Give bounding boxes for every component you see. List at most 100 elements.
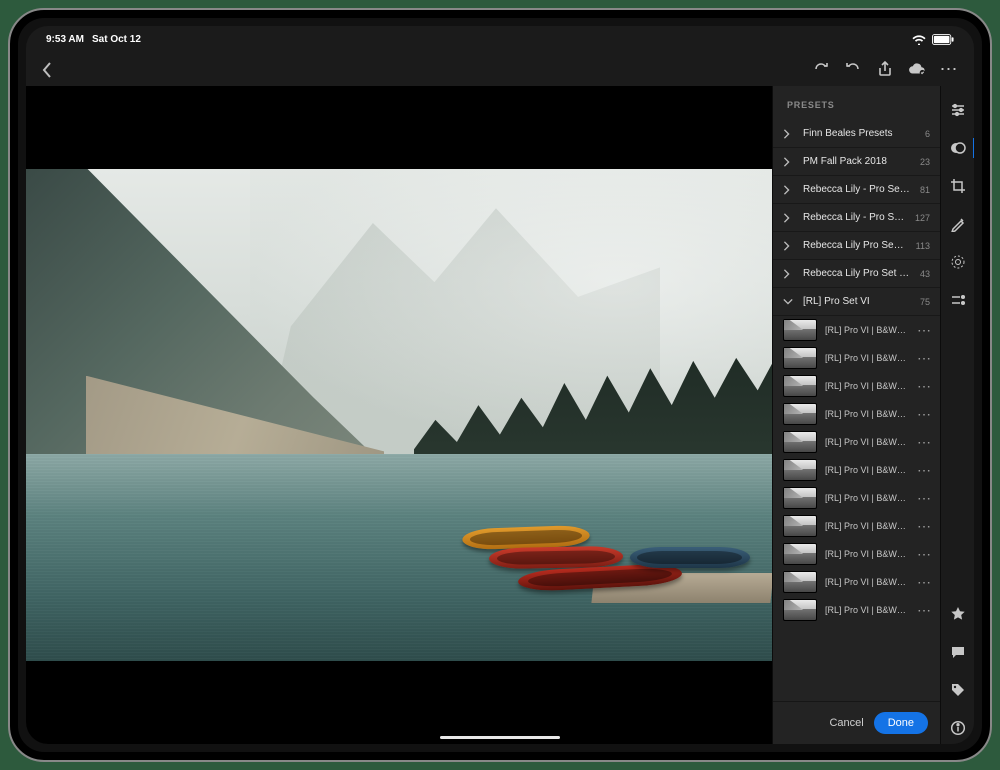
crop-icon[interactable]: [941, 170, 975, 202]
preset-thumb: [783, 347, 817, 369]
star-rating-icon[interactable]: [941, 598, 975, 630]
more-icon[interactable]: ⋯: [915, 518, 934, 535]
preset-thumb: [783, 487, 817, 509]
more-icon[interactable]: ⋯: [915, 574, 934, 591]
more-icon[interactable]: ⋯: [915, 546, 934, 563]
preset-item[interactable]: [RL] Pro VI | B&W | Casabl… ⋯: [773, 456, 940, 484]
chevron-right-icon: [783, 157, 793, 167]
overflow-menu-icon[interactable]: ⋯: [940, 60, 958, 78]
share-icon[interactable]: [876, 60, 894, 78]
photo-canvas[interactable]: [26, 86, 772, 744]
group-label: Rebecca Lily - Pro Set IV: [803, 212, 905, 223]
preset-group-open[interactable]: [RL] Pro Set VI 75: [773, 288, 940, 316]
chevron-down-icon: [783, 297, 793, 307]
sliders-icon[interactable]: [941, 94, 975, 126]
preset-group[interactable]: Rebecca Lily Pro Set V Tools 43: [773, 260, 940, 288]
healing-brush-icon[interactable]: [941, 208, 975, 240]
chevron-right-icon: [783, 241, 793, 251]
more-icon[interactable]: ⋯: [915, 434, 934, 451]
home-indicator[interactable]: [440, 736, 560, 739]
edit-toolstrip: [940, 86, 974, 744]
redo-icon[interactable]: [812, 60, 830, 78]
preset-thumb: [783, 459, 817, 481]
more-icon[interactable]: ⋯: [915, 490, 934, 507]
group-label: [RL] Pro Set VI: [803, 296, 910, 307]
preset-thumb: [783, 543, 817, 565]
preset-thumb: [783, 571, 817, 593]
group-count: 75: [920, 297, 930, 307]
group-count: 43: [920, 269, 930, 279]
preset-label: [RL] Pro VI | B&W | Arctic I: [825, 325, 907, 335]
edited-photo: [26, 169, 772, 661]
content-area: PRESETS Finn Beales Presets 6 PM Fall Pa…: [26, 86, 974, 744]
preset-label: [RL] Pro VI | B&W | Arctic III: [825, 381, 907, 391]
preset-label: [RL] Pro VI | B&W | Fog III: [825, 549, 907, 559]
preset-group[interactable]: Rebecca Lily - Pro Set IV 127: [773, 204, 940, 232]
presets-tool-icon[interactable]: [941, 132, 975, 164]
done-button[interactable]: Done: [874, 712, 928, 734]
cancel-button[interactable]: Cancel: [829, 717, 863, 729]
info-icon[interactable]: [941, 712, 975, 744]
preset-item[interactable]: [RL] Pro VI | B&W | Arctic II ⋯: [773, 344, 940, 372]
chevron-right-icon: [783, 269, 793, 279]
preset-group[interactable]: Rebecca Lily - Pro Set III 81: [773, 176, 940, 204]
preset-thumb: [783, 319, 817, 341]
screen: 9:53 AM Sat Oct 12: [26, 26, 974, 744]
chevron-right-icon: [783, 185, 793, 195]
chevron-right-icon: [783, 129, 793, 139]
more-icon[interactable]: ⋯: [915, 406, 934, 423]
preset-thumb: [783, 515, 817, 537]
preset-label: [RL] Pro VI | B&W | Arctic II: [825, 353, 907, 363]
ipad-frame: 9:53 AM Sat Oct 12: [8, 8, 992, 762]
group-count: 6: [925, 129, 930, 139]
preset-item[interactable]: [RL] Pro VI | B&W | Fog II ⋯: [773, 512, 940, 540]
panel-title: PRESETS: [773, 86, 940, 120]
preset-label: [RL] Pro VI | B&W | Casabl…: [825, 409, 907, 419]
preset-group[interactable]: Rebecca Lily Pro Set V 113: [773, 232, 940, 260]
status-bar: 9:53 AM Sat Oct 12: [26, 26, 974, 52]
preset-label: [RL] Pro VI | B&W | Glacier II: [825, 605, 907, 615]
panel-footer: Cancel Done: [773, 701, 940, 744]
preset-group[interactable]: Finn Beales Presets 6: [773, 120, 940, 148]
cloud-sync-icon[interactable]: [908, 60, 926, 78]
preset-thumb: [783, 375, 817, 397]
battery-icon: [932, 34, 954, 45]
preset-item[interactable]: [RL] Pro VI | B&W | Arctic I ⋯: [773, 316, 940, 344]
radial-gradient-icon[interactable]: [941, 246, 975, 278]
preset-item[interactable]: [RL] Pro VI | B&W | Casabl… ⋯: [773, 428, 940, 456]
preset-label: [RL] Pro VI | B&W | Fog I: [825, 493, 907, 503]
more-icon[interactable]: ⋯: [915, 350, 934, 367]
group-label: PM Fall Pack 2018: [803, 156, 910, 167]
chevron-right-icon: [783, 213, 793, 223]
preset-item[interactable]: [RL] Pro VI | B&W | Fog III ⋯: [773, 540, 940, 568]
group-count: 23: [920, 157, 930, 167]
more-icon[interactable]: ⋯: [915, 602, 934, 619]
group-label: Rebecca Lily Pro Set V: [803, 240, 906, 251]
preset-thumb: [783, 599, 817, 621]
status-date: Sat Oct 12: [92, 34, 141, 45]
status-time: 9:53 AM: [46, 34, 84, 45]
comments-icon[interactable]: [941, 636, 975, 668]
preset-label: [RL] Pro VI | B&W | Fog II: [825, 521, 907, 531]
preset-label: [RL] Pro VI | B&W | Casabl…: [825, 465, 907, 475]
preset-thumb: [783, 431, 817, 453]
preset-list[interactable]: [RL] Pro VI | B&W | Arctic I ⋯ [RL] Pro …: [773, 316, 940, 701]
group-count: 113: [916, 241, 930, 251]
preset-item[interactable]: [RL] Pro VI | B&W | Glacier I ⋯: [773, 568, 940, 596]
preset-item[interactable]: [RL] Pro VI | B&W | Arctic III ⋯: [773, 372, 940, 400]
more-icon[interactable]: ⋯: [915, 378, 934, 395]
more-icon[interactable]: ⋯: [915, 322, 934, 339]
presets-panel: PRESETS Finn Beales Presets 6 PM Fall Pa…: [772, 86, 940, 744]
back-button[interactable]: [42, 62, 56, 76]
group-count: 127: [915, 213, 930, 223]
preset-item[interactable]: [RL] Pro VI | B&W | Fog I ⋯: [773, 484, 940, 512]
group-label: Rebecca Lily - Pro Set III: [803, 184, 910, 195]
preset-item[interactable]: [RL] Pro VI | B&W | Glacier II ⋯: [773, 596, 940, 624]
selective-edit-icon[interactable]: [941, 284, 975, 316]
more-icon[interactable]: ⋯: [915, 462, 934, 479]
tag-icon[interactable]: [941, 674, 975, 706]
undo-icon[interactable]: [844, 60, 862, 78]
preset-group[interactable]: PM Fall Pack 2018 23: [773, 148, 940, 176]
preset-thumb: [783, 403, 817, 425]
preset-item[interactable]: [RL] Pro VI | B&W | Casabl… ⋯: [773, 400, 940, 428]
